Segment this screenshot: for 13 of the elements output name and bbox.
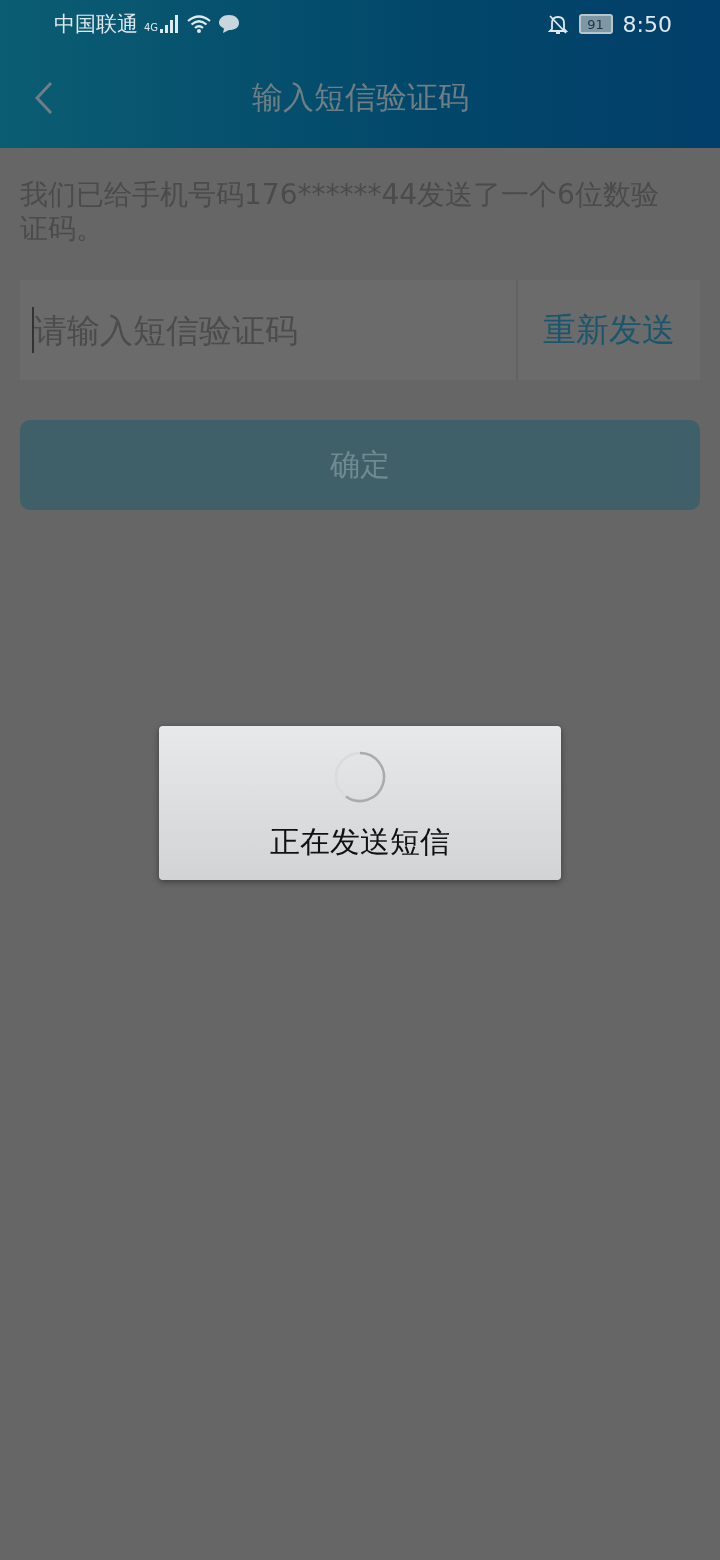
back-icon[interactable] (34, 81, 54, 115)
bell-muted-icon (546, 13, 569, 35)
clock-time: 8:50 (622, 11, 672, 37)
resend-button[interactable]: 重新发送 (518, 280, 700, 380)
wifi-icon (186, 14, 213, 34)
page-title: 输入短信验证码 (251, 78, 469, 117)
signal-icon (160, 15, 181, 33)
battery-icon: 91 (578, 14, 613, 34)
loading-spinner-icon (333, 750, 387, 804)
dialog-message: 正在发送短信 (270, 823, 450, 861)
chat-bubble-icon (218, 14, 241, 34)
network-type: 4G (144, 22, 159, 33)
carrier-name: 中国联通 (54, 11, 138, 38)
